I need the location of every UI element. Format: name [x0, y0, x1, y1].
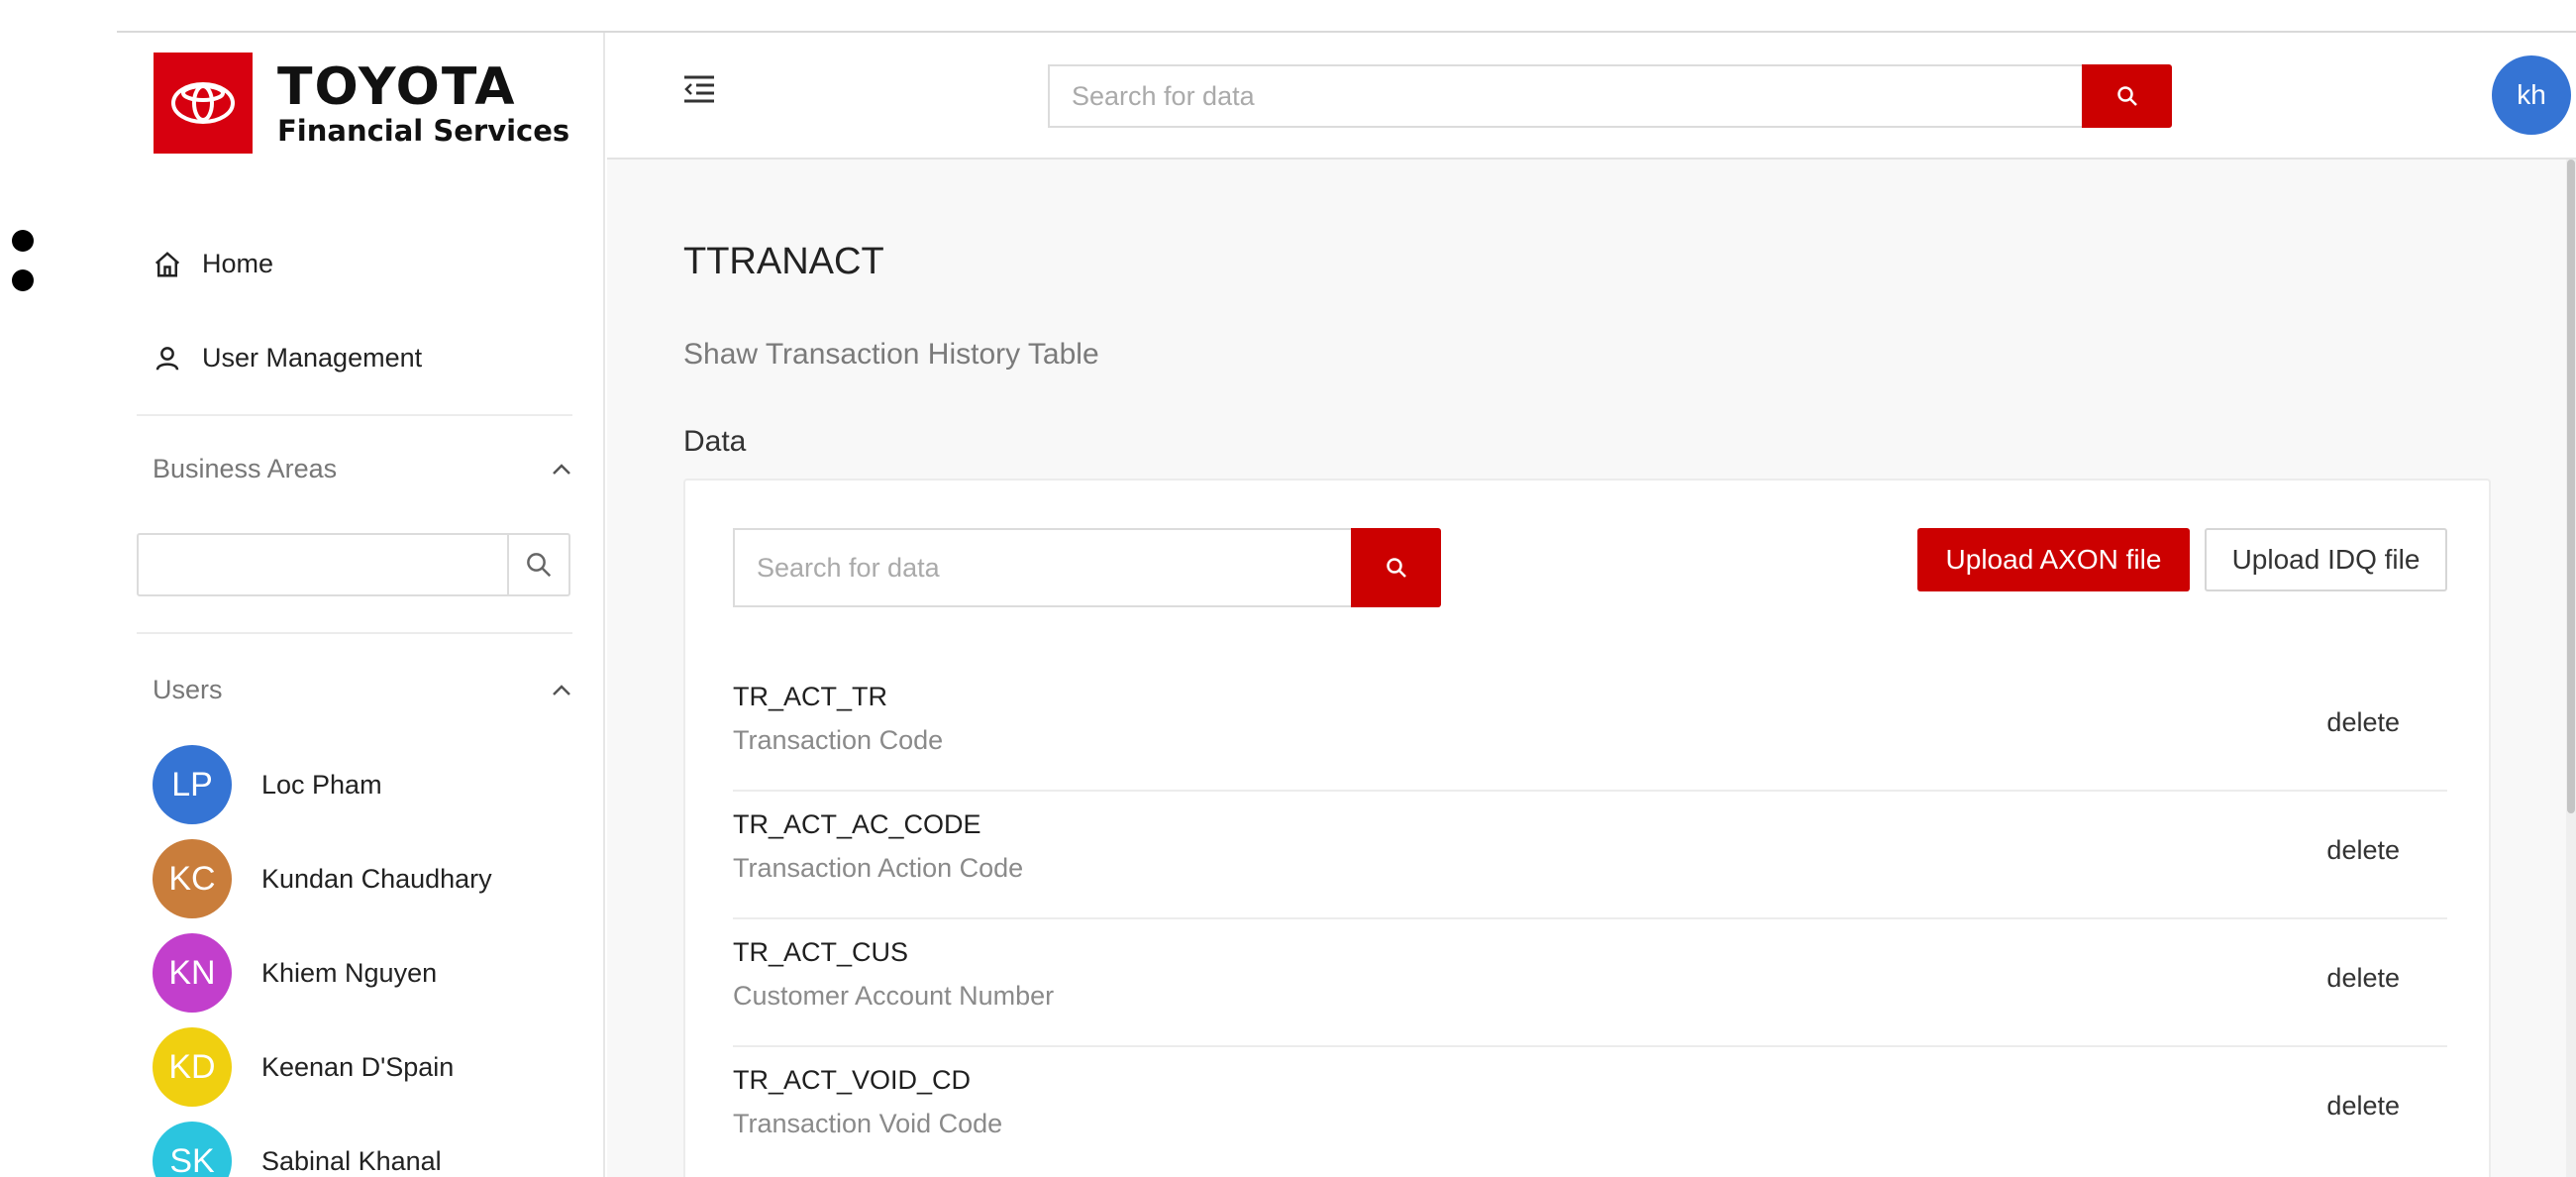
delete-button[interactable]: delete	[2326, 1091, 2400, 1122]
bullet-dot	[12, 230, 34, 252]
list-item[interactable]: TR_ACT_CUS Customer Account Number delet…	[733, 919, 2447, 1047]
user-list-item[interactable]: KC Kundan Chaudhary	[153, 839, 492, 918]
search-icon	[2116, 86, 2137, 106]
top-header: kh	[607, 33, 2576, 160]
delete-button[interactable]: delete	[2326, 963, 2400, 994]
business-areas-search	[137, 533, 570, 596]
user-icon	[155, 346, 179, 371]
section-title: Business Areas	[153, 454, 338, 483]
user-name: Sabinal Khanal	[261, 1145, 442, 1176]
home-icon	[155, 251, 180, 276]
field-code: TR_ACT_AC_CODE	[733, 809, 981, 839]
global-search-button[interactable]	[2082, 64, 2172, 128]
sidebar-item-label: Home	[202, 249, 274, 278]
user-name: Kundan Chaudhary	[261, 863, 492, 894]
list-item[interactable]: TR_ACT_AC_CODE Transaction Action Code d…	[733, 792, 2447, 919]
user-name: Keenan D'Spain	[261, 1051, 455, 1082]
avatar: KC	[153, 839, 232, 918]
search-icon	[1386, 558, 1406, 578]
menu-toggle-button[interactable]	[682, 74, 716, 109]
chevron-up-icon	[553, 463, 570, 475]
brand-logo[interactable]: TOYOTA Financial Services	[154, 53, 569, 154]
business-areas-search-input[interactable]	[139, 535, 507, 594]
data-search	[733, 528, 1441, 607]
user-list-item[interactable]: KN Khiem Nguyen	[153, 933, 437, 1013]
list-item[interactable]: TR_ACT_VOID_CD Transaction Void Code del…	[733, 1047, 2447, 1175]
avatar: SK	[153, 1122, 232, 1177]
field-description: Transaction Void Code	[733, 1109, 1003, 1138]
scrollbar-thumb[interactable]	[2567, 160, 2575, 813]
sidebar-item-home[interactable]: Home	[153, 249, 273, 279]
avatar: KD	[153, 1027, 232, 1107]
data-card: Upload AXON file Upload IDQ file TR_ACT_…	[683, 479, 2491, 1177]
bullet-dot	[12, 269, 34, 291]
global-search	[1048, 64, 2172, 128]
user-name: Loc Pham	[261, 769, 382, 800]
brand-subtitle: Financial Services	[277, 113, 570, 148]
section-title: Users	[153, 675, 223, 704]
page-title: TTRANACT	[683, 241, 884, 282]
sidebar-item-label: User Management	[202, 343, 423, 373]
upload-axon-button[interactable]: Upload AXON file	[1917, 528, 2190, 591]
business-areas-header[interactable]: Business Areas	[153, 454, 572, 484]
user-list-item[interactable]: SK Sabinal Khanal	[153, 1122, 442, 1177]
sidebar-divider	[137, 414, 572, 416]
field-code: TR_ACT_VOID_CD	[733, 1065, 972, 1095]
global-search-input[interactable]	[1048, 64, 2082, 128]
avatar: LP	[153, 745, 232, 824]
vertical-scrollbar[interactable]	[2566, 160, 2576, 1177]
field-code: TR_ACT_TR	[733, 682, 888, 711]
field-code: TR_ACT_CUS	[733, 937, 909, 967]
toyota-emblem-icon	[154, 53, 253, 154]
search-icon	[527, 553, 552, 578]
user-list-item[interactable]: KD Keenan D'Spain	[153, 1027, 454, 1107]
data-search-input[interactable]	[733, 528, 1351, 607]
user-avatar-button[interactable]: kh	[2492, 55, 2571, 135]
list-item[interactable]: TR_ACT_TR Transaction Code delete	[733, 664, 2447, 792]
user-name: Khiem Nguyen	[261, 957, 438, 988]
page-subtitle: Shaw Transaction History Table	[683, 338, 1099, 371]
chevron-up-icon	[553, 684, 570, 696]
field-description: Customer Account Number	[733, 981, 1055, 1011]
brand-name: TOYOTA	[277, 56, 517, 117]
section-label: Data	[683, 425, 747, 458]
delete-button[interactable]: delete	[2326, 835, 2400, 866]
delete-button[interactable]: delete	[2326, 707, 2400, 738]
data-search-button[interactable]	[1351, 528, 1441, 607]
business-areas-search-button[interactable]	[507, 535, 568, 594]
sidebar: TOYOTA Financial Services Home User Mana…	[117, 33, 605, 1177]
data-list: TR_ACT_TR Transaction Code delete TR_ACT…	[733, 664, 2447, 1175]
menu-collapse-icon	[684, 75, 714, 103]
sidebar-item-user-management[interactable]: User Management	[153, 343, 422, 374]
field-description: Transaction Code	[733, 725, 944, 755]
user-list-item[interactable]: LP Loc Pham	[153, 745, 382, 824]
main-content: TTRANACT Shaw Transaction History Table …	[607, 160, 2576, 1177]
sidebar-divider	[137, 632, 572, 634]
avatar: KN	[153, 933, 232, 1013]
field-description: Transaction Action Code	[733, 853, 1024, 883]
upload-idq-button[interactable]: Upload IDQ file	[2205, 528, 2447, 591]
users-header[interactable]: Users	[153, 675, 572, 705]
